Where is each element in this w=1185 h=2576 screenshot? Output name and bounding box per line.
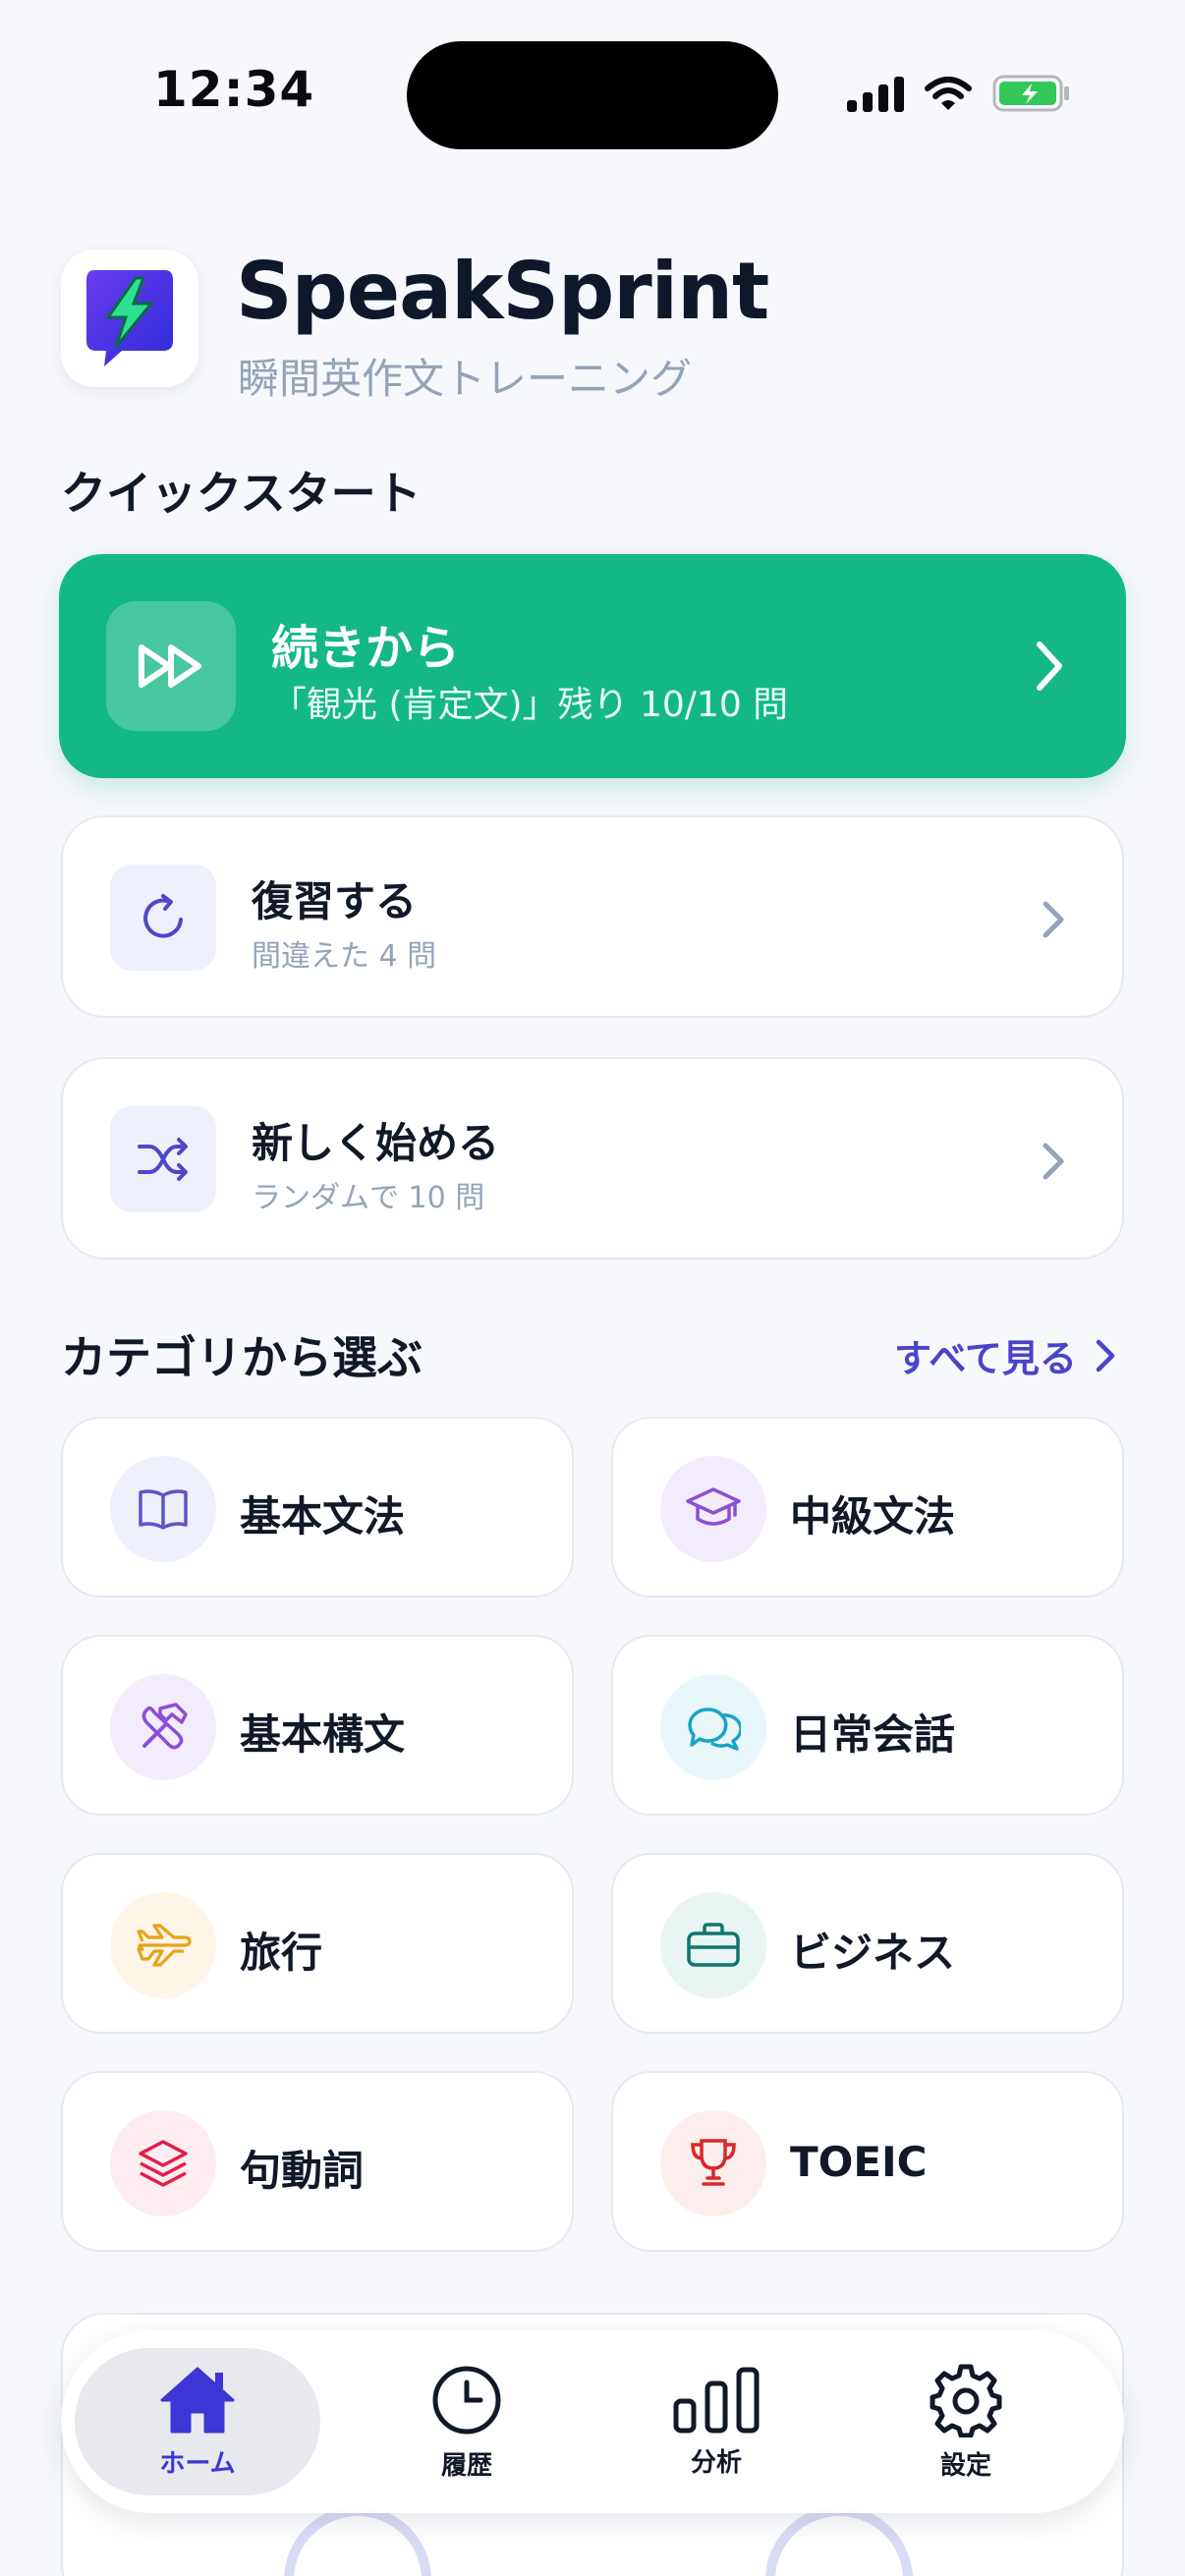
tab-settings[interactable]: 設定 — [843, 2348, 1089, 2495]
category-label: TOEIC — [790, 2138, 928, 2186]
chevron-right-icon — [1043, 901, 1064, 938]
continue-subtitle: 「観光 (肯定文)」残り 10/10 問 — [271, 685, 789, 725]
tab-label: ホーム — [159, 2448, 236, 2479]
tab-analytics[interactable]: 分析 — [593, 2348, 839, 2495]
wifi-icon — [925, 77, 972, 110]
tab-label: 設定 — [939, 2450, 991, 2481]
start-new-button[interactable]: 新しく始める ランダムで 10 問 — [61, 1057, 1124, 1260]
category-phrasal-verbs[interactable]: 句動詞 — [61, 2071, 574, 2252]
category-label: 旅行 — [240, 1929, 323, 1977]
category-basic-structure[interactable]: 基本構文 — [61, 1635, 574, 1816]
shuffle-icon — [110, 1106, 216, 1212]
categories-title: カテゴリから選ぶ — [61, 1331, 423, 1384]
status-icons — [847, 69, 1071, 118]
fast-forward-icon — [106, 601, 236, 731]
chevron-right-icon — [1096, 1339, 1115, 1372]
battery-charging-icon — [992, 75, 1069, 112]
category-label: 基本構文 — [240, 1710, 406, 1759]
category-label: 日常会話 — [790, 1710, 956, 1759]
chevron-right-icon — [1043, 1143, 1064, 1180]
category-toeic[interactable]: TOEIC — [611, 2071, 1124, 2252]
tab-history[interactable]: 履歴 — [344, 2348, 590, 2495]
quick-start-title: クイックスタート — [61, 467, 422, 520]
airplane-icon — [110, 1892, 216, 1998]
category-intermediate-grammar[interactable]: 中級文法 — [611, 1417, 1124, 1597]
see-all-label: すべて見る — [894, 1337, 1077, 1380]
continue-title: 続きから — [271, 621, 461, 676]
app-subtitle: 瞬間英作文トレーニング — [238, 355, 693, 403]
tab-label: 分析 — [690, 2447, 742, 2478]
tab-bar: ホーム 履歴 分析 設定 — [61, 2330, 1124, 2513]
trophy-icon — [660, 2110, 766, 2216]
tab-home[interactable]: ホーム — [75, 2348, 320, 2495]
cellular-signal-icon — [847, 75, 904, 112]
category-label: 句動詞 — [240, 2147, 365, 2195]
layers-icon — [110, 2110, 216, 2216]
gear-icon — [930, 2364, 1002, 2437]
speak-bubble-logo-icon — [86, 270, 173, 366]
category-travel[interactable]: 旅行 — [61, 1853, 574, 2034]
category-label: ビジネス — [790, 1929, 956, 1977]
refresh-icon — [110, 865, 216, 971]
clock-icon — [432, 2366, 501, 2434]
category-label: 基本文法 — [240, 1492, 406, 1540]
start-new-subtitle: ランダムで 10 問 — [252, 1181, 485, 1215]
book-icon — [110, 1456, 216, 1562]
app-title: SpeakSprint — [236, 246, 769, 337]
chevron-right-icon — [1037, 642, 1062, 691]
review-title: 復習する — [252, 877, 418, 925]
briefcase-icon — [660, 1892, 766, 1998]
home-icon — [160, 2367, 235, 2433]
category-daily-conversation[interactable]: 日常会話 — [611, 1635, 1124, 1816]
tab-label: 履歴 — [440, 2450, 492, 2481]
review-subtitle: 間違えた 4 問 — [252, 939, 437, 974]
tools-icon — [110, 1674, 216, 1780]
graduation-cap-icon — [660, 1456, 766, 1562]
category-basic-grammar[interactable]: 基本文法 — [61, 1417, 574, 1597]
chat-bubbles-icon — [660, 1674, 766, 1780]
start-new-title: 新しく始める — [252, 1119, 500, 1167]
category-label: 中級文法 — [790, 1492, 956, 1540]
dynamic-island — [407, 41, 778, 149]
bar-chart-icon — [673, 2367, 760, 2433]
status-time: 12:34 — [153, 61, 315, 118]
review-button[interactable]: 復習する 間違えた 4 問 — [61, 815, 1124, 1018]
see-all-link[interactable]: すべて見る — [894, 1328, 1116, 1382]
category-business[interactable]: ビジネス — [611, 1853, 1124, 2034]
continue-button[interactable]: 続きから 「観光 (肯定文)」残り 10/10 問 — [59, 554, 1126, 778]
app-logo — [61, 250, 198, 387]
